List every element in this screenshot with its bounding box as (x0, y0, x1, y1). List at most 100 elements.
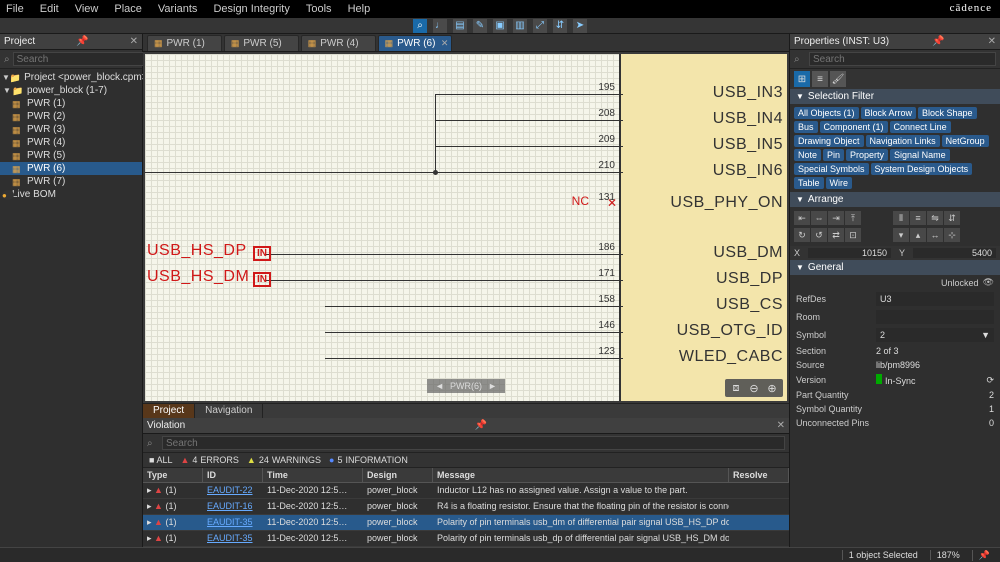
tool-table-icon[interactable]: ▥ (513, 19, 527, 33)
snap-icon[interactable]: ⊹ (944, 228, 960, 242)
violation-row[interactable]: ▸ ▲ (1)EAUDIT-1611-Dec-2020 12:5…power_b… (143, 499, 789, 515)
x-value[interactable]: 10150 (808, 248, 891, 258)
violation-close-icon[interactable]: ✕ (777, 420, 785, 431)
refdes-value[interactable]: U3 (876, 292, 994, 306)
menu-view[interactable]: View (75, 3, 99, 15)
arrange-header[interactable]: ▼Arrange (790, 192, 1000, 207)
properties-search-input[interactable] (809, 52, 996, 66)
tool-route-icon[interactable]: ♩ (433, 19, 447, 33)
col-message[interactable]: Message (433, 468, 729, 482)
tool-diff-icon[interactable]: ⤢ (533, 19, 547, 33)
col-resolve[interactable]: Resolve (729, 468, 789, 482)
status-pin-icon[interactable]: 📌 (972, 550, 996, 561)
nav-next-icon[interactable]: ► (488, 381, 497, 391)
align-center-icon[interactable]: ⇔ (811, 211, 827, 225)
zoom-in-icon[interactable]: ⊕ (765, 381, 779, 395)
align-left-icon[interactable]: ⇤ (794, 211, 810, 225)
col-type[interactable]: Type (143, 468, 203, 482)
filter-tag[interactable]: NetGroup (942, 135, 989, 147)
tab-navigation[interactable]: Navigation (195, 404, 263, 418)
tree-page[interactable]: PWR (1) (0, 97, 142, 110)
filter-tag[interactable]: Note (794, 149, 821, 161)
y-value[interactable]: 5400 (913, 248, 996, 258)
project-panel-close-icon[interactable]: ✕ (130, 36, 138, 47)
filter-tag[interactable]: Table (794, 177, 824, 189)
filter-tag[interactable]: Signal Name (890, 149, 950, 161)
tree-page[interactable]: PWR (3) (0, 123, 142, 136)
zoom-out-icon[interactable]: ⊖ (747, 381, 761, 395)
properties-close-icon[interactable]: ✕ (988, 36, 996, 47)
filter-tag[interactable]: Navigation Links (866, 135, 940, 147)
filter-tag[interactable]: Bus (794, 121, 818, 133)
symbol-value[interactable]: 2▼ (876, 328, 994, 342)
menu-edit[interactable]: Edit (40, 3, 59, 15)
tab-project[interactable]: Project (143, 404, 195, 418)
filter-tag[interactable]: Wire (826, 177, 853, 189)
violation-pin-icon[interactable]: 📌 (475, 420, 487, 431)
violation-row[interactable]: ▸ ▲ (1)EAUDIT-3511-Dec-2020 12:5…power_b… (143, 531, 789, 547)
menu-design-integrity[interactable]: Design Integrity (213, 3, 289, 15)
filter-tag[interactable]: Component (1) (820, 121, 888, 133)
filter-tag[interactable]: Drawing Object (794, 135, 864, 147)
flip-v-icon[interactable]: ⇵ (944, 211, 960, 225)
distribute-v-icon[interactable]: ≡ (910, 211, 926, 225)
filter-tag[interactable]: Block Shape (918, 107, 977, 119)
editor-tab[interactable]: ▦PWR (1) (147, 35, 222, 51)
filter-tag[interactable]: Special Symbols (794, 163, 869, 175)
send-back-icon[interactable]: ▾ (893, 228, 909, 242)
align-right-icon[interactable]: ⇥ (828, 211, 844, 225)
tool-pencil-icon[interactable]: ✎ (473, 19, 487, 33)
tree-root[interactable]: ▼Project <power_block.cpm> (0, 71, 142, 84)
tree-block[interactable]: ▼power_block (1-7) (0, 84, 142, 97)
editor-tab[interactable]: ▦PWR (4) (301, 35, 376, 51)
menu-place[interactable]: Place (114, 3, 142, 15)
tool-block-icon[interactable]: ▣ (493, 19, 507, 33)
tree-page[interactable]: PWR (6) (0, 162, 142, 175)
align-top-icon[interactable]: ⤒ (845, 211, 861, 225)
filter-tag[interactable]: System Design Objects (871, 163, 973, 175)
violation-row[interactable]: ▸ ▲ (1)EAUDIT-3511-Dec-2020 12:5…power_b… (143, 515, 789, 531)
schematic-canvas[interactable]: USB_IN3195USB_IN4208USB_IN5209USB_IN6210… (145, 54, 787, 401)
tree-page[interactable]: PWR (4) (0, 136, 142, 149)
room-value[interactable] (876, 310, 994, 324)
editor-tab[interactable]: ▦PWR (5) (224, 35, 299, 51)
canvas-nav-overlay[interactable]: ◄ PWR(6) ► (427, 379, 505, 393)
properties-pin-icon[interactable]: 📌 (932, 36, 944, 47)
spacing-icon[interactable]: ↔ (927, 228, 943, 242)
menu-file[interactable]: File (6, 3, 24, 15)
nav-prev-icon[interactable]: ◄ (435, 381, 444, 391)
general-header[interactable]: ▼General (790, 260, 1000, 275)
tab-close-icon[interactable]: ✕ (441, 38, 449, 49)
filter-errors[interactable]: ▲4 ERRORS (180, 455, 238, 465)
filter-tag[interactable]: Connect Line (890, 121, 951, 133)
lock-row[interactable]: Unlocked👁 (790, 275, 1000, 290)
project-panel-pin-icon[interactable]: 📌 (76, 36, 88, 47)
tool-filter-icon[interactable]: ⇵ (553, 19, 567, 33)
filter-all[interactable]: ■ ALL (149, 455, 172, 465)
prop-tool-layers-icon[interactable]: ≡ (812, 71, 828, 87)
col-design[interactable]: Design (363, 468, 433, 482)
editor-tab[interactable]: ▦PWR (6)✕ (378, 35, 453, 51)
col-time[interactable]: Time (263, 468, 363, 482)
filter-info[interactable]: ●5 INFORMATION (329, 455, 408, 465)
eye-icon[interactable]: 👁 (983, 277, 994, 288)
tree-page[interactable]: PWR (2) (0, 110, 142, 123)
mirror-icon[interactable]: ⇄ (828, 228, 844, 242)
tree-live-bom[interactable]: Live BOM (0, 188, 142, 201)
menu-variants[interactable]: Variants (158, 3, 198, 15)
filter-warnings[interactable]: ▲24 WARNINGS (247, 455, 321, 465)
menu-tools[interactable]: Tools (306, 3, 332, 15)
violation-row[interactable]: ▸ ▲ (1)EAUDIT-2211-Dec-2020 12:5…power_b… (143, 483, 789, 499)
prop-tool-paint-icon[interactable]: 🖌 (830, 71, 846, 87)
filter-tag[interactable]: Pin (823, 149, 844, 161)
tree-page[interactable]: PWR (5) (0, 149, 142, 162)
filter-tag[interactable]: All Objects (1) (794, 107, 859, 119)
filter-tag[interactable]: Block Arrow (861, 107, 917, 119)
rotate-cc-icon[interactable]: ↺ (811, 228, 827, 242)
group-icon[interactable]: ⊡ (845, 228, 861, 242)
project-search-input[interactable] (13, 52, 153, 66)
tool-arrow-icon[interactable]: ➤ (573, 19, 587, 33)
rotate-icon[interactable]: ↻ (794, 228, 810, 242)
sync-icon[interactable]: ⟳ (986, 375, 994, 386)
col-id[interactable]: ID (203, 468, 263, 482)
